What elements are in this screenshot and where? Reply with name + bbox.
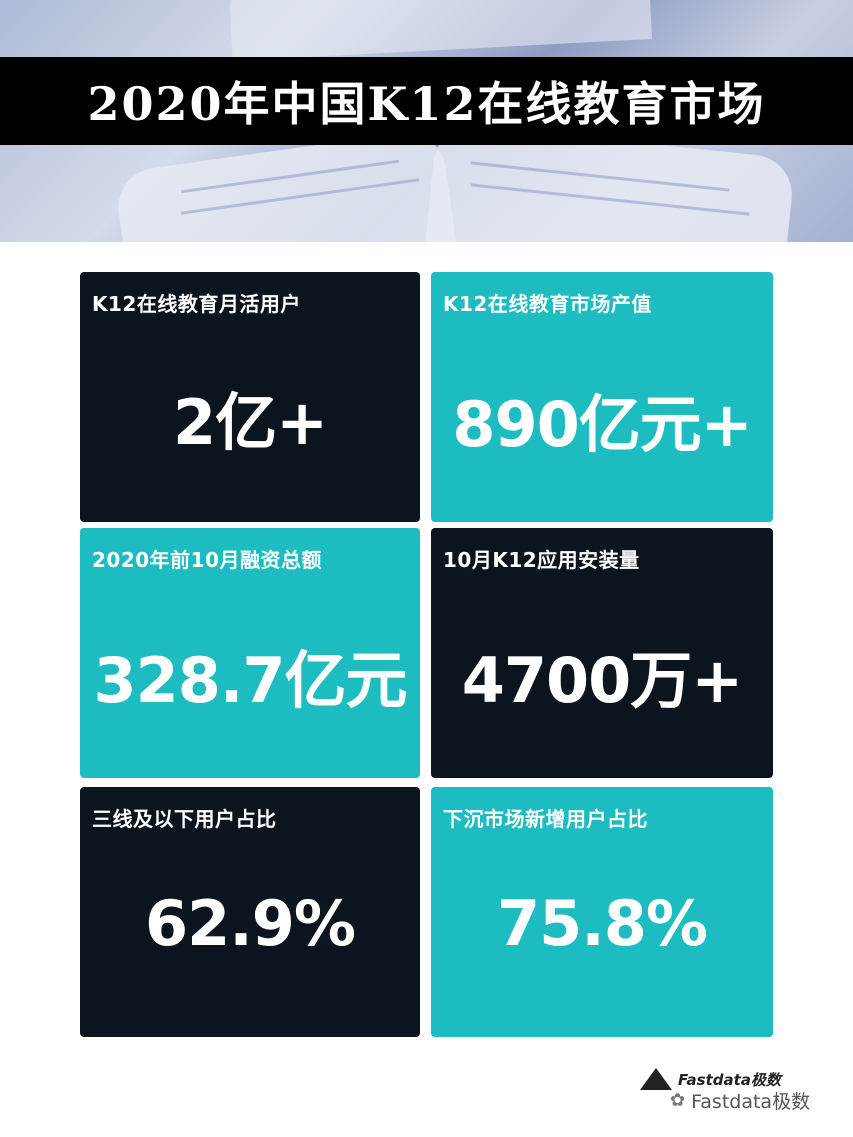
stat-card-new-users-share: 下沉市场新增用户占比 75.8% xyxy=(431,787,773,1037)
card-value: 75.8% xyxy=(496,887,708,960)
wechat-watermark: ✿ Fastdata极数 xyxy=(670,1087,810,1114)
card-label: K12在线教育市场产值 xyxy=(443,292,652,316)
card-value: 62.9% xyxy=(144,887,356,960)
card-value: 4700万+ xyxy=(461,644,744,717)
wechat-icon: ✿ xyxy=(670,1090,686,1111)
stat-card-financing-total: 2020年前10月融资总额 328.7亿元 xyxy=(80,528,420,778)
stat-card-monthly-active-users: K12在线教育月活用户 2亿+ xyxy=(80,272,420,522)
card-value: 890亿元+ xyxy=(452,388,752,461)
card-value: 2亿+ xyxy=(172,386,328,459)
title-bar: 2020年中国K12在线教育市场 xyxy=(0,57,853,145)
stat-card-market-value: K12在线教育市场产值 890亿元+ xyxy=(431,272,773,522)
card-label: K12在线教育月活用户 xyxy=(92,292,301,316)
card-label: 10月K12应用安装量 xyxy=(443,548,640,572)
mountain-icon xyxy=(640,1068,672,1090)
card-label: 三线及以下用户占比 xyxy=(92,807,277,831)
stat-card-lower-tier-users: 三线及以下用户占比 62.9% xyxy=(80,787,420,1037)
watermark-text: Fastdata极数 xyxy=(691,1091,811,1113)
card-label: 2020年前10月融资总额 xyxy=(92,548,322,572)
card-value: 328.7亿元 xyxy=(93,644,407,717)
card-label: 下沉市场新增用户占比 xyxy=(443,807,648,831)
page-title: 2020年中国K12在线教育市场 xyxy=(87,77,766,131)
stat-card-app-installs: 10月K12应用安装量 4700万+ xyxy=(431,528,773,778)
